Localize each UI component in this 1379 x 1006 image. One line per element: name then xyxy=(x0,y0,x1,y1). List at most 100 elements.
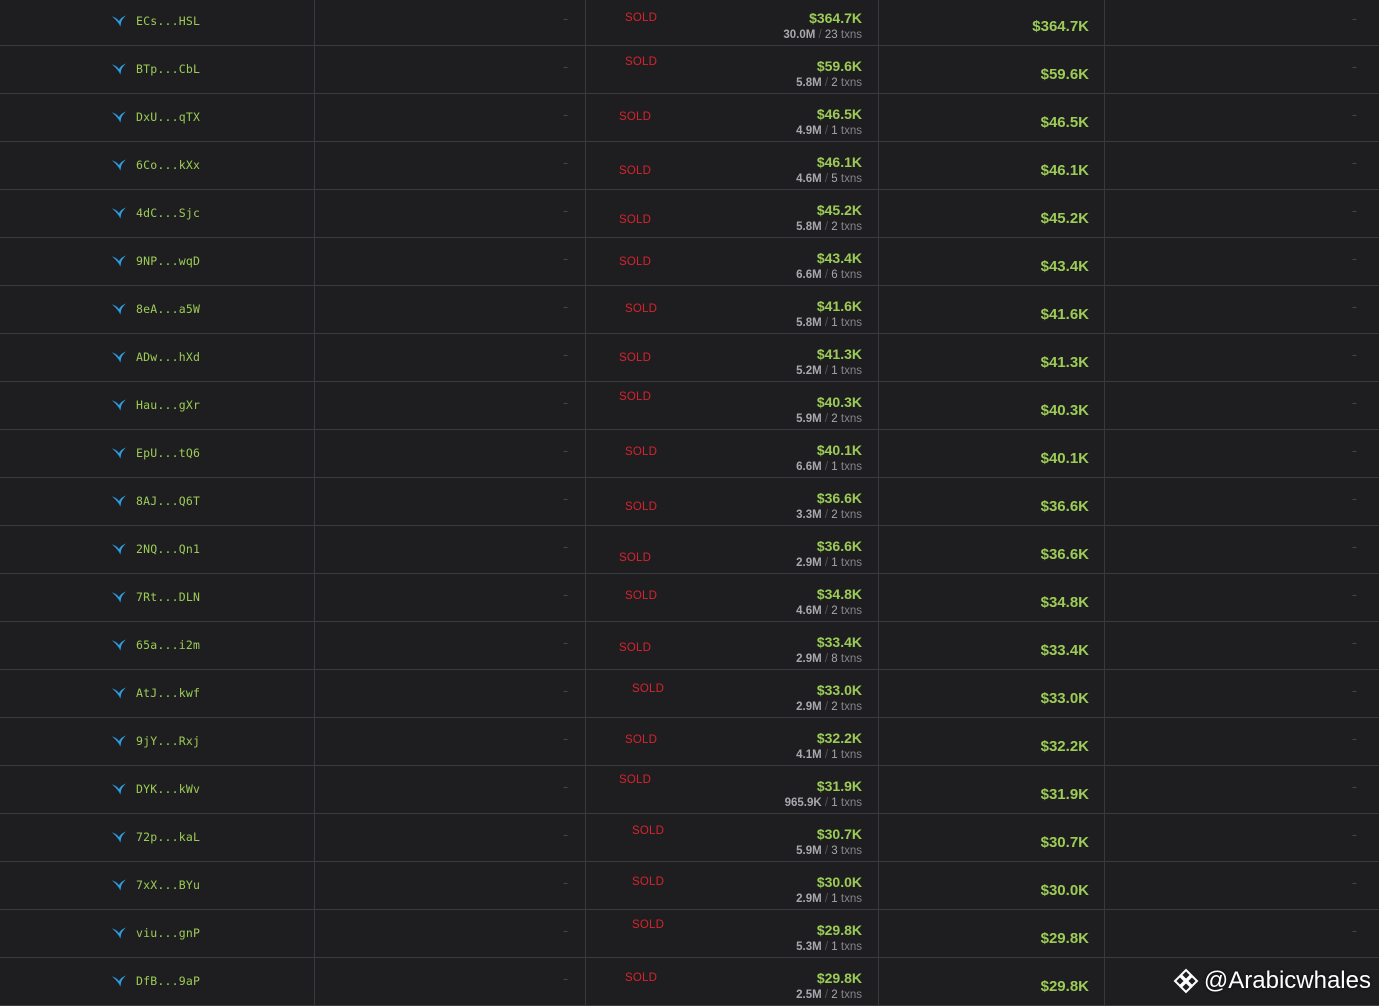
sold-amount: $36.6K xyxy=(817,538,862,554)
txn-count: 1 xyxy=(831,941,837,953)
txn-count: 1 xyxy=(831,557,837,569)
pnl-value: $29.8K xyxy=(1041,930,1089,947)
column-divider xyxy=(314,814,315,861)
pnl-value: $33.0K xyxy=(1041,690,1089,707)
separator: / xyxy=(822,125,832,137)
table-row[interactable]: 6Co...kXx–SOLD$46.1K4.6M / 5 txns$46.1K– xyxy=(0,142,1379,190)
column-divider xyxy=(314,958,315,1005)
wallet-address-link[interactable]: 8eA...a5W xyxy=(136,302,200,316)
wallet-address-link[interactable]: DfB...9aP xyxy=(136,974,200,988)
empty-cell: – xyxy=(1352,734,1357,745)
wallet-address-link[interactable]: 4dC...Sjc xyxy=(136,206,200,220)
sold-amount: $46.5K xyxy=(817,106,862,122)
wallet-address-link[interactable]: DxU...qTX xyxy=(136,110,200,124)
txn-count: 2 xyxy=(831,701,837,713)
pnl-value: $41.6K xyxy=(1041,306,1089,323)
pnl-value: $364.7K xyxy=(1032,18,1089,35)
pnl-value: $30.7K xyxy=(1041,834,1089,851)
column-divider xyxy=(1104,670,1105,717)
sold-amount: $41.6K xyxy=(817,298,862,314)
column-divider xyxy=(878,862,879,909)
pnl-value: $46.1K xyxy=(1041,162,1089,179)
wallet-address-link[interactable]: ECs...HSL xyxy=(136,14,200,28)
token-amount: 2.5M xyxy=(796,989,822,1001)
txn-label: txns xyxy=(841,317,862,329)
wallet-address-link[interactable]: 6Co...kXx xyxy=(136,158,200,172)
txn-count: 1 xyxy=(831,893,837,905)
txn-label: txns xyxy=(841,893,862,905)
bird-icon xyxy=(112,399,126,411)
pnl-value: $36.6K xyxy=(1041,546,1089,563)
txn-count: 2 xyxy=(831,221,837,233)
table-row[interactable]: 9jY...Rxj–SOLD$32.2K4.1M / 1 txns$32.2K– xyxy=(0,718,1379,766)
sold-detail: 5.3M / 1 txns xyxy=(796,941,862,953)
column-divider xyxy=(585,238,586,285)
table-row[interactable]: DxU...qTX–SOLD$46.5K4.9M / 1 txns$46.5K– xyxy=(0,94,1379,142)
table-row[interactable]: viu...gnP–SOLD$29.8K5.3M / 1 txns$29.8K– xyxy=(0,910,1379,958)
wallet-address-link[interactable]: viu...gnP xyxy=(136,926,200,940)
wallet-address-link[interactable]: BTp...CbL xyxy=(136,62,200,76)
table-row[interactable]: ADw...hXd–SOLD$41.3K5.2M / 1 txns$41.3K– xyxy=(0,334,1379,382)
column-divider xyxy=(314,622,315,669)
sold-amount: $364.7K xyxy=(809,10,862,26)
wallet-address-link[interactable]: 7Rt...DLN xyxy=(136,590,200,604)
table-row[interactable]: BTp...CbL–SOLD$59.6K5.8M / 2 txns$59.6K– xyxy=(0,46,1379,94)
wallet-address-link[interactable]: DYK...kWv xyxy=(136,782,200,796)
bird-icon xyxy=(112,207,126,219)
wallet-address-link[interactable]: Hau...gXr xyxy=(136,398,200,412)
separator: / xyxy=(822,941,832,953)
sold-status-badge: SOLD xyxy=(625,501,657,513)
bird-icon xyxy=(112,111,126,123)
table-row[interactable]: 2NQ...Qn1–SOLD$36.6K2.9M / 1 txns$36.6K– xyxy=(0,526,1379,574)
table-row[interactable]: DYK...kWv–SOLD$31.9K965.9K / 1 txns$31.9… xyxy=(0,766,1379,814)
table-row[interactable]: 8AJ...Q6T–SOLD$36.6K3.3M / 2 txns$36.6K– xyxy=(0,478,1379,526)
sold-detail: 2.9M / 2 txns xyxy=(796,701,862,713)
wallet-address-link[interactable]: EpU...tQ6 xyxy=(136,446,200,460)
column-divider xyxy=(878,0,879,45)
sold-status-badge: SOLD xyxy=(625,590,657,602)
separator: / xyxy=(822,653,832,665)
table-row[interactable]: ECs...HSL–SOLD$364.7K30.0M / 23 txns$364… xyxy=(0,0,1379,46)
bird-icon xyxy=(112,255,126,267)
wallet-address-link[interactable]: 8AJ...Q6T xyxy=(136,494,200,508)
wallet-address-link[interactable]: 72p...kaL xyxy=(136,830,200,844)
pnl-value: $41.3K xyxy=(1041,354,1089,371)
bird-icon xyxy=(112,495,126,507)
bird-icon xyxy=(112,303,126,315)
wallet-address-link[interactable]: 9jY...Rxj xyxy=(136,734,200,748)
txn-count: 1 xyxy=(831,317,837,329)
pnl-value: $29.8K xyxy=(1041,978,1089,995)
column-divider xyxy=(314,766,315,813)
table-row[interactable]: 4dC...Sjc–SOLD$45.2K5.8M / 2 txns$45.2K– xyxy=(0,190,1379,238)
wallet-address-link[interactable]: 9NP...wqD xyxy=(136,254,200,268)
table-row[interactable]: EpU...tQ6–SOLD$40.1K6.6M / 1 txns$40.1K– xyxy=(0,430,1379,478)
wallet-address-link[interactable]: ADw...hXd xyxy=(136,350,200,364)
wallet-address-link[interactable]: 2NQ...Qn1 xyxy=(136,542,200,556)
table-row[interactable]: 7xX...BYu–SOLD$30.0K2.9M / 1 txns$30.0K– xyxy=(0,862,1379,910)
column-divider xyxy=(585,286,586,333)
table-row[interactable]: 72p...kaL–SOLD$30.7K5.9M / 3 txns$30.7K– xyxy=(0,814,1379,862)
sold-status-badge: SOLD xyxy=(619,391,651,403)
sold-detail: 3.3M / 2 txns xyxy=(796,509,862,521)
wallet-address-link[interactable]: AtJ...kwf xyxy=(136,686,200,700)
bird-icon xyxy=(112,639,126,651)
empty-cell: – xyxy=(1352,350,1357,361)
bird-icon xyxy=(112,15,126,27)
table-row[interactable]: Hau...gXr–SOLD$40.3K5.9M / 2 txns$40.3K– xyxy=(0,382,1379,430)
empty-cell: – xyxy=(1352,110,1357,121)
token-amount: 2.9M xyxy=(796,701,822,713)
table-row[interactable]: 8eA...a5W–SOLD$41.6K5.8M / 1 txns$41.6K– xyxy=(0,286,1379,334)
table-row[interactable]: 9NP...wqD–SOLD$43.4K6.6M / 6 txns$43.4K– xyxy=(0,238,1379,286)
pnl-value: $36.6K xyxy=(1041,498,1089,515)
column-divider xyxy=(878,622,879,669)
table-row[interactable]: 7Rt...DLN–SOLD$34.8K4.6M / 2 txns$34.8K– xyxy=(0,574,1379,622)
column-divider xyxy=(314,94,315,141)
txn-label: txns xyxy=(841,221,862,233)
table-row[interactable]: 65a...i2m–SOLD$33.4K2.9M / 8 txns$33.4K– xyxy=(0,622,1379,670)
wallet-address-link[interactable]: 65a...i2m xyxy=(136,638,200,652)
wallet-address-link[interactable]: 7xX...BYu xyxy=(136,878,200,892)
token-amount: 6.6M xyxy=(796,461,822,473)
separator: / xyxy=(822,797,832,809)
table-row[interactable]: AtJ...kwf–SOLD$33.0K2.9M / 2 txns$33.0K– xyxy=(0,670,1379,718)
sold-status-badge: SOLD xyxy=(632,683,664,695)
